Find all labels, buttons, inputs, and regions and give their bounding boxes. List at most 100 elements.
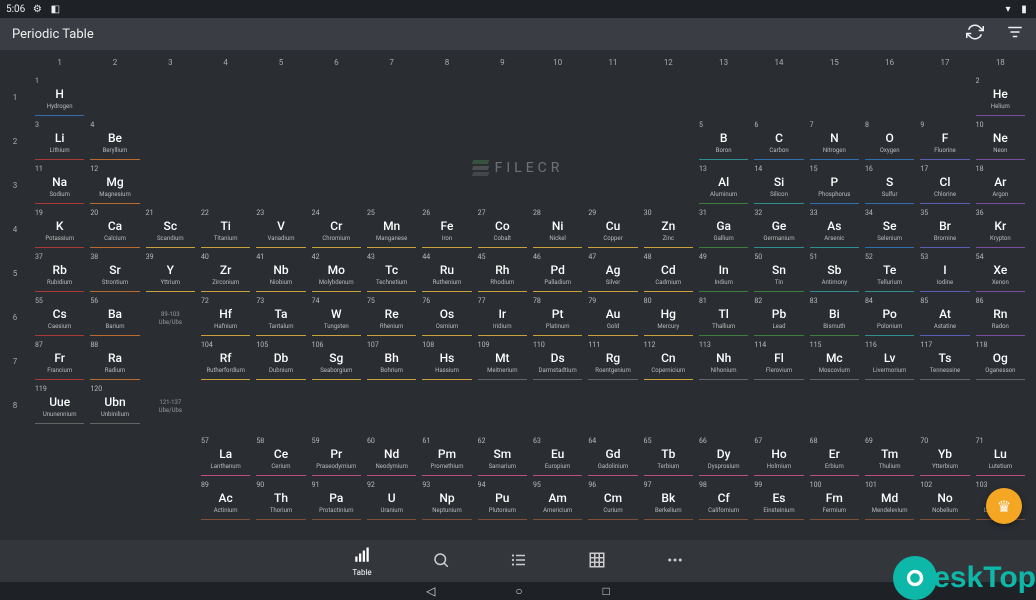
element-Ga[interactable]: 31GaGallium	[696, 208, 751, 252]
element-Cd[interactable]: 48CdCadmium	[641, 252, 696, 296]
element-Ba[interactable]: 56BaBarium	[87, 296, 142, 340]
element-Ce[interactable]: 58CeCerium	[253, 436, 308, 480]
element-Na[interactable]: 11NaSodium	[32, 164, 87, 208]
element-P[interactable]: 15PPhosphorus	[807, 164, 862, 208]
element-Tc[interactable]: 43TcTechnetium	[364, 252, 419, 296]
element-Uue[interactable]: 119UueUnunennium	[32, 384, 87, 428]
element-Ra[interactable]: 88RaRadium	[87, 340, 142, 384]
element-Lu[interactable]: 71LuLutetium	[973, 436, 1028, 480]
element-Fm[interactable]: 100FmFermium	[807, 480, 862, 524]
element-Be[interactable]: 4BeBeryllium	[87, 120, 142, 164]
element-Ru[interactable]: 44RuRuthenium	[419, 252, 474, 296]
element-Br[interactable]: 35BrBromine	[917, 208, 972, 252]
element-Tm[interactable]: 69TmThulium	[862, 436, 917, 480]
element-At[interactable]: 85AtAstatine	[917, 296, 972, 340]
element-V[interactable]: 23VVanadium	[253, 208, 308, 252]
element-Md[interactable]: 101MdMendelevium	[862, 480, 917, 524]
element-Xe[interactable]: 54XeXenon	[973, 252, 1028, 296]
home-button[interactable]: ○	[515, 584, 522, 598]
element-He[interactable]: 2HeHelium	[973, 76, 1028, 120]
element-Cf[interactable]: 98CfCalifornium	[696, 480, 751, 524]
element-Ds[interactable]: 110DsDarmstadtium	[530, 340, 585, 384]
element-Te[interactable]: 52TeTellurium	[862, 252, 917, 296]
element-Sr[interactable]: 38SrStrontium	[87, 252, 142, 296]
element-Rh[interactable]: 45RhRhodium	[475, 252, 530, 296]
element-O[interactable]: 8OOxygen	[862, 120, 917, 164]
element-Sm[interactable]: 62SmSamarium	[475, 436, 530, 480]
element-C[interactable]: 6CCarbon	[751, 120, 806, 164]
element-Bi[interactable]: 83BiBismuth	[807, 296, 862, 340]
element-Pb[interactable]: 82PbLead	[751, 296, 806, 340]
element-Fr[interactable]: 87FrFrancium	[32, 340, 87, 384]
element-Og[interactable]: 118OgOganesson	[973, 340, 1028, 384]
element-Mc[interactable]: 115McMoscovium	[807, 340, 862, 384]
element-Ag[interactable]: 47AgSilver	[585, 252, 640, 296]
element-No[interactable]: 102NoNobelium	[917, 480, 972, 524]
element-Fl[interactable]: 114FlFlerovium	[751, 340, 806, 384]
element-H[interactable]: 1HHydrogen	[32, 76, 87, 120]
element-Nd[interactable]: 60NdNeodymium	[364, 436, 419, 480]
nav-table[interactable]: Table	[352, 546, 371, 577]
element-Np[interactable]: 93NpNeptunium	[419, 480, 474, 524]
element-Am[interactable]: 95AmAmericium	[530, 480, 585, 524]
element-Se[interactable]: 34SeSelenium	[862, 208, 917, 252]
element-Ubn[interactable]: 120UbnUnbinilium	[87, 384, 142, 428]
element-Er[interactable]: 68ErErbium	[807, 436, 862, 480]
element-Ti[interactable]: 22TiTitanium	[198, 208, 253, 252]
element-Ho[interactable]: 67HoHolmium	[751, 436, 806, 480]
element-Mn[interactable]: 25MnManganese	[364, 208, 419, 252]
element-I[interactable]: 53IIodine	[917, 252, 972, 296]
element-Os[interactable]: 76OsOsmium	[419, 296, 474, 340]
element-In[interactable]: 49InIndium	[696, 252, 751, 296]
element-Pr[interactable]: 59PrPraseodymium	[309, 436, 364, 480]
element-Po[interactable]: 84PoPolonium	[862, 296, 917, 340]
nav-search[interactable]	[432, 551, 450, 571]
element-Ac[interactable]: 89AcActinium	[198, 480, 253, 524]
element-Mt[interactable]: 109MtMeitnerium	[475, 340, 530, 384]
element-Tb[interactable]: 65TbTerbium	[641, 436, 696, 480]
element-Ni[interactable]: 28NiNickel	[530, 208, 585, 252]
element-Kr[interactable]: 36KrKrypton	[973, 208, 1028, 252]
element-Ar[interactable]: 18ArArgon	[973, 164, 1028, 208]
element-Mg[interactable]: 12MgMagnesium	[87, 164, 142, 208]
element-K[interactable]: 19KPotassium	[32, 208, 87, 252]
element-Cr[interactable]: 24CrChromium	[309, 208, 364, 252]
element-Sn[interactable]: 50SnTin	[751, 252, 806, 296]
element-Sb[interactable]: 51SbAntimony	[807, 252, 862, 296]
element-Ir[interactable]: 77IrIridium	[475, 296, 530, 340]
filter-icon[interactable]	[1006, 23, 1024, 45]
element-Cu[interactable]: 29CuCopper	[585, 208, 640, 252]
premium-fab[interactable]: ♛	[986, 488, 1022, 524]
element-Yb[interactable]: 70YbYtterbium	[917, 436, 972, 480]
element-Rb[interactable]: 37RbRubidium	[32, 252, 87, 296]
element-Cm[interactable]: 96CmCurium	[585, 480, 640, 524]
recents-button[interactable]: □	[603, 584, 610, 598]
nav-more[interactable]	[666, 551, 684, 571]
element-Al[interactable]: 13AlAluminum	[696, 164, 751, 208]
element-U[interactable]: 92UUranium	[364, 480, 419, 524]
element-Cl[interactable]: 17ClChlorine	[917, 164, 972, 208]
element-Hg[interactable]: 80HgMercury	[641, 296, 696, 340]
element-Nb[interactable]: 41NbNiobium	[253, 252, 308, 296]
element-Pa[interactable]: 91PaProtactinium	[309, 480, 364, 524]
element-Pu[interactable]: 94PuPlutonium	[475, 480, 530, 524]
element-Rg[interactable]: 111RgRoentgenium	[585, 340, 640, 384]
element-W[interactable]: 74WTungsten	[309, 296, 364, 340]
element-Th[interactable]: 90ThThorium	[253, 480, 308, 524]
element-Re[interactable]: 75ReRhenium	[364, 296, 419, 340]
element-Pm[interactable]: 61PmPromethium	[419, 436, 474, 480]
element-S[interactable]: 16SSulfur	[862, 164, 917, 208]
element-Eu[interactable]: 63EuEuropium	[530, 436, 585, 480]
element-Dy[interactable]: 66DyDysprosium	[696, 436, 751, 480]
element-Ca[interactable]: 20CaCalcium	[87, 208, 142, 252]
element-N[interactable]: 7NNitrogen	[807, 120, 862, 164]
element-Bk[interactable]: 97BkBerkelium	[641, 480, 696, 524]
back-button[interactable]: ◁	[426, 584, 435, 598]
element-Mo[interactable]: 42MoMolybdenum	[309, 252, 364, 296]
element-Au[interactable]: 79AuGold	[585, 296, 640, 340]
element-Li[interactable]: 3LiLithium	[32, 120, 87, 164]
element-Zn[interactable]: 30ZnZinc	[641, 208, 696, 252]
element-Co[interactable]: 27CoCobalt	[475, 208, 530, 252]
element-Cn[interactable]: 112CnCopernicium	[641, 340, 696, 384]
element-Pt[interactable]: 78PtPlatinum	[530, 296, 585, 340]
